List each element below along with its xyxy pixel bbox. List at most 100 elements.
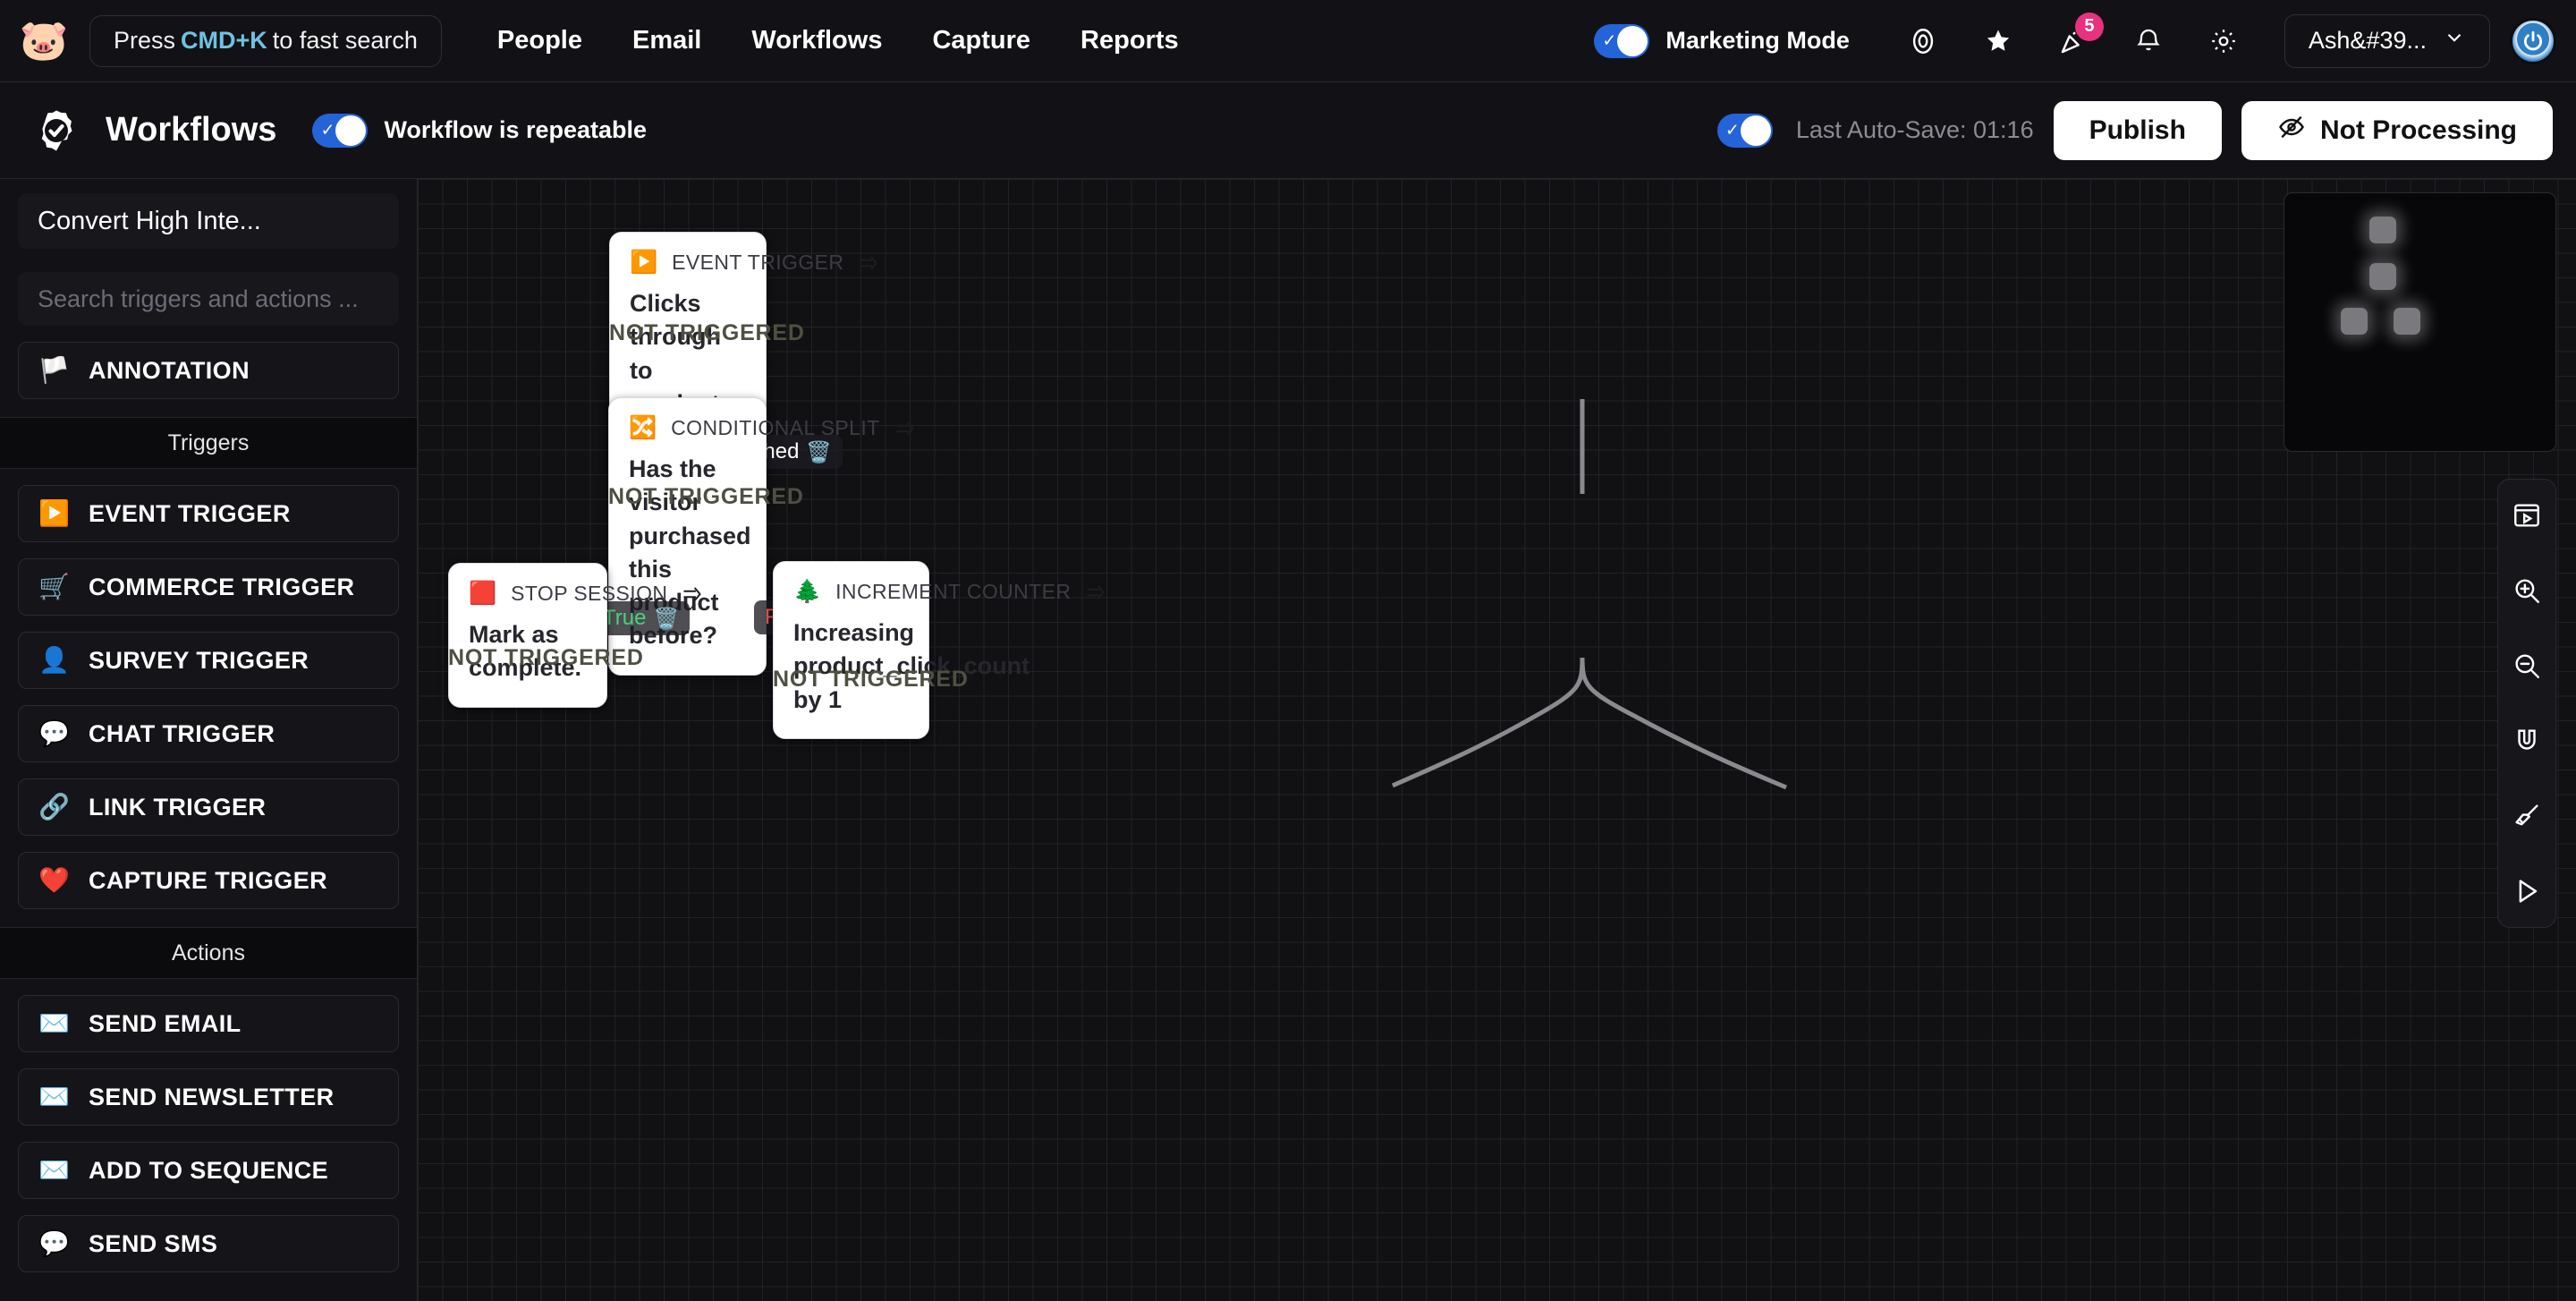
star-icon[interactable]	[1973, 16, 2023, 66]
palette-item-capture-trigger[interactable]: ❤️ CAPTURE TRIGGER	[18, 852, 399, 909]
account-dropdown[interactable]: Ash&#39...	[2284, 14, 2490, 68]
workflow-gear-check-icon	[30, 105, 82, 157]
node-menu-icon[interactable]	[1085, 581, 1108, 604]
processing-status-button[interactable]: Not Processing	[2241, 101, 2553, 160]
envelope-icon: ✉️	[38, 1158, 69, 1183]
publish-label: Publish	[2089, 115, 2186, 146]
marketing-mode-label: Marketing Mode	[1665, 27, 1850, 55]
palette-item-label: CAPTURE TRIGGER	[89, 867, 327, 895]
palette-item-commerce-trigger[interactable]: 🛒 COMMERCE TRIGGER	[18, 558, 399, 616]
eye-off-icon	[2277, 113, 2306, 149]
workflow-node-increment-counter[interactable]: 🌲 INCREMENT COUNTER Increasing product_c…	[773, 561, 929, 739]
repeatable-toggle-group: Workflow is repeatable	[312, 114, 647, 148]
nav-link-reports[interactable]: Reports	[1080, 26, 1179, 55]
megaphone-icon[interactable]: 5	[2048, 16, 2098, 66]
palette-item-send-email[interactable]: ✉️ SEND EMAIL	[18, 995, 399, 1052]
fast-search-suffix: to fast search	[273, 27, 418, 55]
zoom-in-icon[interactable]	[2507, 571, 2546, 610]
play-icon: ▶️	[630, 251, 657, 274]
palette-item-send-sms[interactable]: 💬 SEND SMS	[18, 1215, 399, 1272]
palette-item-label: ANNOTATION	[89, 357, 250, 385]
megaphone-badge: 5	[2075, 13, 2104, 41]
fit-view-icon[interactable]	[2507, 496, 2546, 535]
workflow-name-chip[interactable]: Convert High Inte...	[18, 193, 399, 249]
node-header: ▶️ EVENT TRIGGER	[630, 251, 746, 275]
fast-search-button[interactable]: Press CMD+K to fast search	[89, 15, 442, 67]
nav-link-workflows[interactable]: Workflows	[751, 26, 882, 55]
node-menu-icon[interactable]	[858, 251, 881, 275]
panda-logo-icon[interactable]: 🐷	[16, 16, 72, 66]
delete-edge-icon[interactable]: 🗑️	[653, 608, 679, 629]
node-kind-label: INCREMENT COUNTER	[835, 580, 1071, 604]
play-run-icon[interactable]	[2507, 872, 2546, 911]
fast-search-prefix: Press	[114, 27, 175, 55]
nav-link-email[interactable]: Email	[632, 26, 701, 55]
flag-icon: 🏳️	[38, 358, 69, 383]
node-menu-icon[interactable]	[682, 582, 705, 606]
envelope-icon: ✉️	[38, 1084, 69, 1110]
palette-item-label: LINK TRIGGER	[89, 794, 266, 821]
palette-item-annotation[interactable]: 🏳️ ANNOTATION	[18, 342, 399, 399]
magnet-snap-icon[interactable]	[2507, 721, 2546, 761]
delete-edge-icon[interactable]: 🗑️	[806, 442, 832, 463]
marketing-mode-toggle[interactable]	[1594, 24, 1649, 58]
red-square-stop-icon: 🟥	[469, 582, 496, 605]
palette-item-add-to-sequence[interactable]: ✉️ ADD TO SEQUENCE	[18, 1142, 399, 1199]
publish-button[interactable]: Publish	[2054, 101, 2222, 160]
node-menu-icon[interactable]	[894, 417, 918, 440]
palette-item-link-trigger[interactable]: 🔗 LINK TRIGGER	[18, 778, 399, 836]
minimap-node	[2394, 308, 2420, 335]
person-icon: 👤	[38, 648, 69, 673]
edge-label-text: True	[603, 606, 646, 631]
autosave-toggle[interactable]	[1717, 114, 1773, 148]
workflow-repeatable-toggle[interactable]	[312, 114, 368, 148]
toggle-knob	[1741, 115, 1771, 146]
palette-item-label: SEND SMS	[89, 1230, 217, 1258]
palette-item-label: ADD TO SEQUENCE	[89, 1157, 328, 1185]
shopping-cart-icon: 🛒	[38, 574, 69, 599]
node-status-stop-session: NOT TRIGGERED	[448, 645, 607, 671]
minimap-node	[2369, 263, 2396, 290]
zoom-out-icon[interactable]	[2507, 646, 2546, 685]
nav-link-people[interactable]: People	[497, 26, 582, 55]
broom-cleanup-icon[interactable]	[2507, 796, 2546, 836]
repeatable-label: Workflow is repeatable	[384, 116, 647, 144]
workflow-canvas[interactable]: ▶️ EVENT TRIGGER Clicks through to produ…	[418, 179, 2576, 1301]
toggle-knob	[335, 115, 366, 146]
split-arrow-icon: 🔀	[629, 417, 657, 439]
palette-item-label: SEND NEWSLETTER	[89, 1084, 335, 1111]
top-navigation-bar: 🐷 Press CMD+K to fast search People Emai…	[0, 0, 2576, 82]
node-kind-label: CONDITIONAL SPLIT	[671, 416, 879, 440]
palette-item-label: SURVEY TRIGGER	[89, 647, 309, 675]
palette-item-label: COMMERCE TRIGGER	[89, 574, 354, 601]
speech-bubble-icon: 💬	[38, 1231, 69, 1256]
page-title: Workflows	[106, 111, 276, 149]
minimap-node	[2369, 217, 2396, 243]
toggle-knob	[1617, 26, 1648, 56]
node-kind-label: STOP SESSION	[511, 582, 667, 606]
palette-item-send-newsletter[interactable]: ✉️ SEND NEWSLETTER	[18, 1068, 399, 1126]
minimap-node	[2341, 308, 2368, 335]
canvas-minimap[interactable]	[2284, 192, 2556, 452]
palette-search-input[interactable]	[18, 272, 399, 326]
workflow-header-actions: Last Auto-Save: 01:16 Publish Not Proces…	[1717, 101, 2553, 160]
workflow-header-bar: Workflows Workflow is repeatable Last Au…	[0, 82, 2576, 179]
heart-icon: ❤️	[38, 868, 69, 893]
node-header: 🔀 CONDITIONAL SPLIT	[629, 416, 746, 440]
link-icon: 🔗	[38, 795, 69, 820]
node-status-conditional-split: NOT TRIGGERED	[608, 484, 767, 510]
palette-item-chat-trigger[interactable]: 💬 CHAT TRIGGER	[18, 705, 399, 762]
tree-counter-icon: 🌲	[793, 581, 821, 603]
node-status-event-trigger: NOT TRIGGERED	[609, 320, 767, 346]
palette-item-survey-trigger[interactable]: 👤 SURVEY TRIGGER	[18, 632, 399, 689]
workflow-node-stop-session[interactable]: 🟥 STOP SESSION Mark as complete.	[448, 563, 607, 708]
node-status-increment-counter: NOT TRIGGERED	[773, 667, 929, 693]
bell-icon[interactable]	[2123, 16, 2174, 66]
node-header: 🌲 INCREMENT COUNTER	[793, 580, 909, 604]
lifebuoy-icon[interactable]	[1898, 16, 1948, 66]
gear-icon[interactable]	[2199, 16, 2249, 66]
nav-link-capture[interactable]: Capture	[932, 26, 1030, 55]
node-header: 🟥 STOP SESSION	[469, 582, 587, 606]
palette-item-event-trigger[interactable]: ▶️ EVENT TRIGGER	[18, 485, 399, 542]
power-icon[interactable]	[2510, 18, 2556, 64]
